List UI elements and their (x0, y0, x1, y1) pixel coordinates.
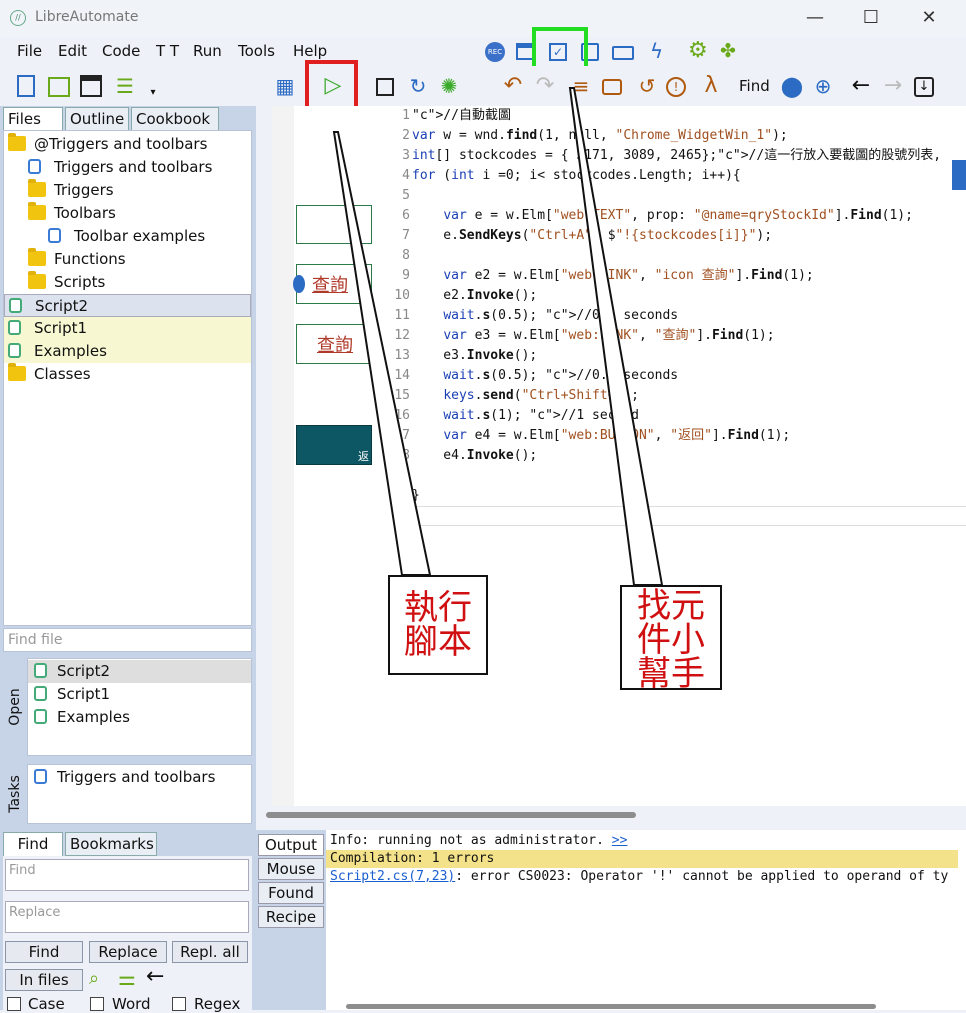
run-script-callout: 執行 腳本 (388, 575, 488, 675)
annotation-arrows (332, 87, 664, 586)
element-finder-callout: 找元 件小 幫手 (620, 585, 722, 691)
run-callout-pointer (332, 131, 432, 576)
elm-callout-pointer (568, 87, 664, 586)
